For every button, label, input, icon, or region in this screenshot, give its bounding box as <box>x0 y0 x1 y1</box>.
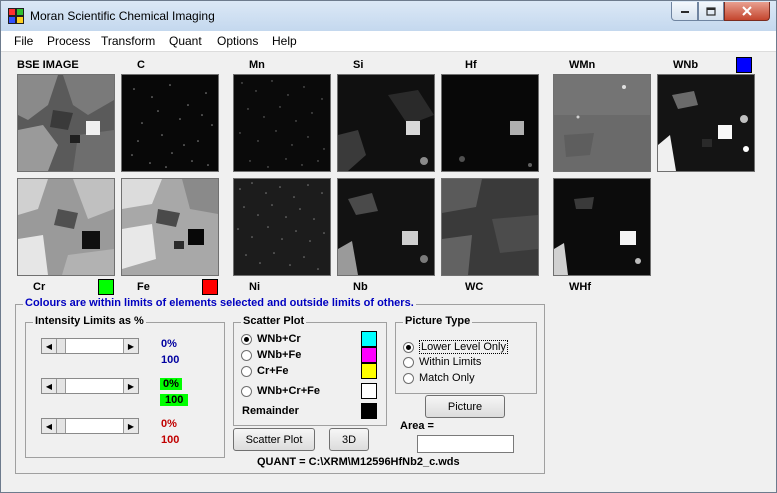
slider-thumb[interactable] <box>56 379 66 393</box>
app-icon <box>8 8 24 24</box>
menu-transform[interactable]: Transform <box>101 34 155 48</box>
map-c[interactable] <box>121 74 219 172</box>
arrow-left-icon[interactable]: ◀ <box>42 339 57 353</box>
menu-help[interactable]: Help <box>272 34 297 48</box>
header-hf: Hf <box>465 59 477 71</box>
radio-button[interactable] <box>403 372 414 384</box>
header-si: Si <box>353 59 364 71</box>
intensity-slider-3[interactable]: ◀ ▶ <box>41 418 139 434</box>
menu-options[interactable]: Options <box>217 34 258 48</box>
scatter-option-wnb-cr-fe[interactable]: WNb+Cr+Fe <box>241 385 320 397</box>
picture-option-within-limits[interactable]: Within Limits <box>403 356 481 368</box>
header-wnb: WNb <box>673 59 699 71</box>
label-whf: WHf <box>569 281 591 293</box>
map-wnb[interactable] <box>657 74 755 172</box>
map-cr[interactable] <box>17 178 115 276</box>
wnb-cr-colour-swatch <box>361 331 377 347</box>
area-field[interactable] <box>417 435 514 453</box>
radio-button[interactable] <box>241 365 252 377</box>
arrow-right-icon[interactable]: ▶ <box>123 379 138 393</box>
picture-button[interactable]: Picture <box>425 395 505 418</box>
map-hf[interactable] <box>441 74 539 172</box>
intensity-limits-legend: Intensity Limits as % <box>33 315 146 327</box>
arrow-right-icon[interactable]: ▶ <box>123 419 138 433</box>
scatter-plot-button[interactable]: Scatter Plot <box>233 428 315 451</box>
map-fe[interactable] <box>121 178 219 276</box>
radio-button[interactable] <box>403 341 414 353</box>
title-bar: Moran Scientific Chemical Imaging <box>1 1 776 31</box>
picture-option-match-only[interactable]: Match Only <box>403 372 475 384</box>
close-icon <box>742 6 752 16</box>
intensity-slider-1[interactable]: ◀ ▶ <box>41 338 139 354</box>
minimize-icon <box>680 11 689 13</box>
scatter-plot-legend: Scatter Plot <box>241 315 307 327</box>
wnb-cr-fe-colour-swatch <box>361 383 377 399</box>
map-whf[interactable] <box>553 178 651 276</box>
picture-option-lower-level-only[interactable]: Lower Level Only <box>403 340 508 354</box>
app-window: Moran Scientific Chemical Imaging File P… <box>0 0 777 493</box>
quant-file-path: QUANT = C:\XRM\M12596HfNb2_c.wds <box>257 456 460 468</box>
close-button[interactable] <box>724 2 770 21</box>
scatter-option-wnb-cr[interactable]: WNb+Cr <box>241 333 301 345</box>
radio-button[interactable] <box>241 333 252 345</box>
label-wc: WC <box>465 281 484 293</box>
intensity-slider-2[interactable]: ◀ ▶ <box>41 378 139 394</box>
remainder-label: Remainder <box>242 405 299 417</box>
cr-fe-colour-swatch <box>361 363 377 379</box>
remainder-colour-swatch <box>361 403 377 419</box>
window-title: Moran Scientific Chemical Imaging <box>30 9 215 23</box>
slider-thumb[interactable] <box>56 419 66 433</box>
header-mn: Mn <box>249 59 265 71</box>
map-wmn[interactable] <box>553 74 651 172</box>
cr-colour-swatch[interactable] <box>98 279 114 295</box>
minimize-button[interactable] <box>671 2 698 21</box>
map-nb[interactable] <box>337 178 435 276</box>
main-panel: BSE IMAGE C Mn Si Hf WMn WNb Cr Fe Ni Nb… <box>3 52 774 490</box>
map-wc[interactable] <box>441 178 539 276</box>
slider-thumb[interactable] <box>56 339 66 353</box>
wnb-fe-colour-swatch <box>361 347 377 363</box>
intensity-low-2: 0% <box>160 378 182 390</box>
menu-bar: File Process Transform Quant Options Hel… <box>1 31 776 52</box>
3d-button[interactable]: 3D <box>329 428 369 451</box>
label-fe: Fe <box>137 281 150 293</box>
menu-file[interactable]: File <box>14 34 33 48</box>
intensity-high-3: 100 <box>161 434 180 446</box>
fe-colour-swatch[interactable] <box>202 279 218 295</box>
label-nb: Nb <box>353 281 368 293</box>
radio-button[interactable] <box>241 385 252 397</box>
picture-type-legend: Picture Type <box>403 315 473 327</box>
intensity-high-1: 100 <box>161 354 180 366</box>
radio-button[interactable] <box>403 356 414 368</box>
menu-process[interactable]: Process <box>47 34 90 48</box>
map-bse-image[interactable] <box>17 74 115 172</box>
area-label: Area = <box>400 420 434 432</box>
map-mn[interactable] <box>233 74 331 172</box>
arrow-left-icon[interactable]: ◀ <box>42 379 57 393</box>
arrow-right-icon[interactable]: ▶ <box>123 339 138 353</box>
map-si[interactable] <box>337 74 435 172</box>
intensity-low-1: 0% <box>161 338 177 350</box>
maximize-button[interactable] <box>698 2 724 21</box>
intensity-low-3: 0% <box>161 418 177 430</box>
label-cr: Cr <box>33 281 46 293</box>
intensity-high-2: 100 <box>160 394 189 406</box>
map-ni[interactable] <box>233 178 331 276</box>
menu-quant[interactable]: Quant <box>169 34 202 48</box>
radio-button[interactable] <box>241 349 252 361</box>
header-bse-image: BSE IMAGE <box>17 59 79 71</box>
label-ni: Ni <box>249 281 260 293</box>
maximize-icon <box>706 6 716 16</box>
header-c: C <box>137 59 145 71</box>
wnb-colour-swatch[interactable] <box>736 57 752 73</box>
scatter-option-wnb-fe[interactable]: WNb+Fe <box>241 349 301 361</box>
header-wmn: WMn <box>569 59 596 71</box>
scatter-option-cr-fe[interactable]: Cr+Fe <box>241 365 289 377</box>
colour-limits-legend: Colours are within limits of elements se… <box>23 297 416 309</box>
arrow-left-icon[interactable]: ◀ <box>42 419 57 433</box>
